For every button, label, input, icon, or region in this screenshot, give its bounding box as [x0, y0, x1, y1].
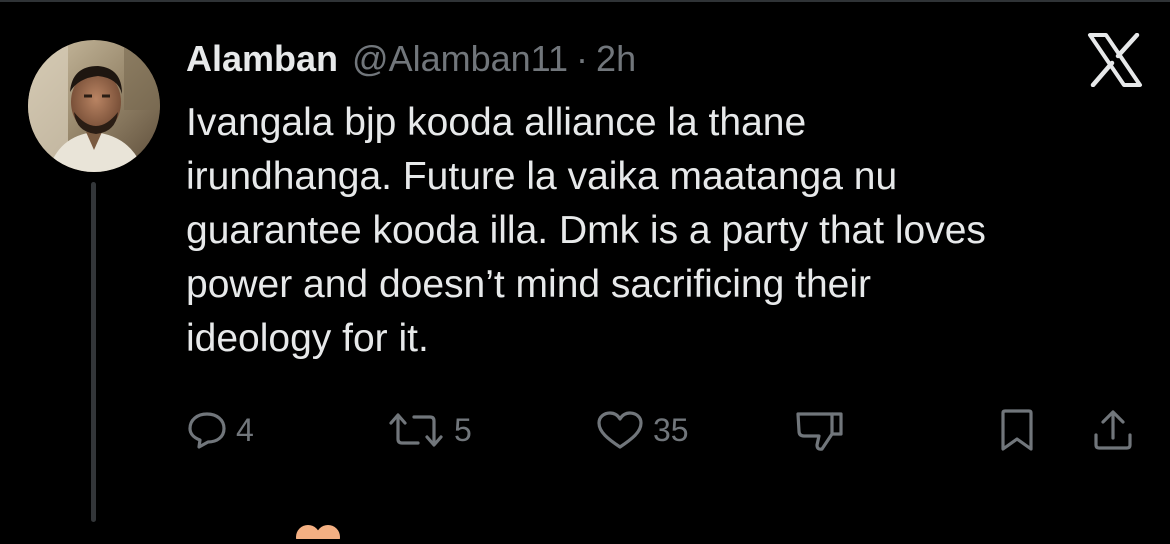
next-reply-avatar — [292, 519, 344, 544]
tweet-timestamp[interactable]: 2h — [596, 38, 636, 80]
author-name[interactable]: Alamban — [186, 38, 338, 80]
tweet-header: Alamban @Alamban11 · 2h — [186, 38, 636, 84]
repost-icon — [386, 409, 446, 451]
author-handle[interactable]: @Alamban11 — [352, 38, 568, 80]
reply-button[interactable]: 4 — [186, 404, 254, 456]
like-button[interactable]: 35 — [595, 404, 689, 456]
thumbs-down-icon — [795, 408, 845, 452]
header-separator: · — [576, 38, 589, 79]
repost-button[interactable]: 5 — [386, 404, 472, 456]
top-divider — [0, 0, 1170, 2]
avatar[interactable] — [28, 40, 160, 172]
thread-line — [91, 182, 96, 522]
downvote-button[interactable] — [795, 404, 845, 456]
bookmark-button[interactable] — [998, 404, 1036, 456]
reply-count: 4 — [236, 412, 254, 448]
share-icon — [1091, 408, 1135, 452]
reply-icon — [186, 409, 228, 451]
x-logo-icon — [1087, 32, 1143, 88]
bookmark-icon — [998, 408, 1036, 452]
repost-count: 5 — [454, 412, 472, 448]
avatar-image — [28, 40, 160, 172]
like-count: 35 — [653, 412, 689, 448]
share-button[interactable] — [1091, 404, 1135, 456]
tweet-text: Ivangala bjp kooda alliance la thane iru… — [186, 101, 986, 360]
heart-icon — [595, 409, 645, 451]
